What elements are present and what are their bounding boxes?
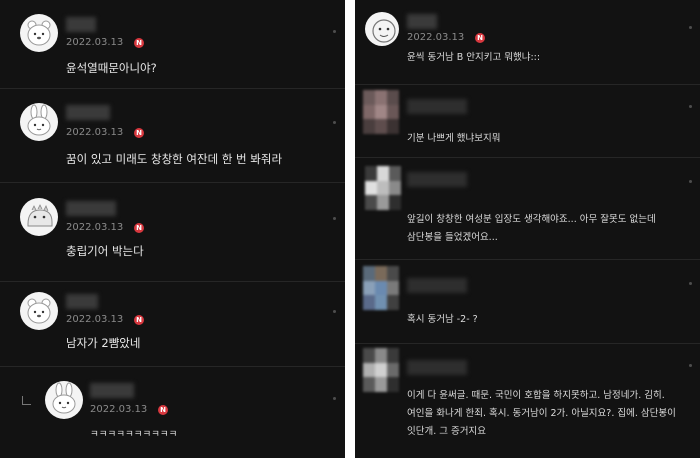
username-blurred[interactable]	[66, 201, 116, 216]
comment-date: 2022.03.13	[66, 222, 124, 233]
more-options-icon[interactable]	[689, 282, 692, 285]
comment-item: 2022.03.13 N 윤씩 동거남 B 안지키고 뭐했냐:::	[355, 0, 700, 84]
comment-date: 2022.03.13	[407, 32, 465, 43]
comment-text: ㅋㅋㅋㅋㅋㅋㅋㅋㅋㅋ	[90, 429, 178, 440]
comment-text-line: 이게 다 윤써글. 때문. 국민이 호합을 하지못하고. 남정네가. 김히.	[407, 390, 665, 401]
bear-avatar-icon[interactable]	[365, 12, 399, 46]
right-comment-panel: 2022.03.13 N 윤씩 동거남 B 안지키고 뭐했냐::: 기분 나쁘게…	[355, 0, 700, 458]
new-badge-icon: N	[158, 405, 168, 415]
comment-item: 기분 나쁘게 했냐보지뭐	[355, 85, 700, 157]
username-blurred[interactable]	[66, 294, 98, 309]
more-options-icon[interactable]	[333, 121, 336, 124]
username-blurred[interactable]	[90, 383, 134, 398]
comment-item: 2022.03.13 N 충립기어 박는다	[0, 183, 345, 281]
new-badge-icon: N	[134, 315, 144, 325]
more-options-icon[interactable]	[333, 30, 336, 33]
dino-avatar-icon[interactable]	[20, 198, 58, 236]
blurred-avatar[interactable]	[363, 90, 399, 134]
more-options-icon[interactable]	[333, 310, 336, 313]
blurred-avatar[interactable]	[363, 266, 399, 310]
reply-arrow-icon	[22, 396, 31, 405]
comment-item: 이게 다 윤써글. 때문. 국민이 호합을 하지못하고. 남정네가. 김히. 여…	[355, 344, 700, 458]
comment-text: 기분 나쁘게 했냐보지뭐	[407, 133, 501, 144]
username-blurred[interactable]	[407, 99, 467, 114]
username-blurred[interactable]	[407, 172, 467, 187]
comment-text: 꿈이 있고 미래도 창창한 여잔데 한 번 봐줘라	[66, 152, 283, 166]
comment-text: 혹시 동거남 -2- ?	[407, 314, 478, 325]
bear-avatar-icon[interactable]	[20, 14, 58, 52]
reply-comment-item: 2022.03.13 N ㅋㅋㅋㅋㅋㅋㅋㅋㅋㅋ	[0, 367, 345, 458]
username-blurred[interactable]	[407, 278, 467, 293]
comment-text: 윤씩 동거남 B 안지키고 뭐했냐:::	[407, 52, 541, 63]
comment-item: 혹시 동거남 -2- ?	[355, 260, 700, 343]
username-blurred[interactable]	[66, 105, 110, 120]
comment-item: 2022.03.13 N 윤석열때문아니야?	[0, 0, 345, 88]
more-options-icon[interactable]	[689, 26, 692, 29]
comment-date: 2022.03.13	[66, 37, 124, 48]
bunny-avatar-icon[interactable]	[20, 103, 58, 141]
blurred-avatar[interactable]	[363, 348, 399, 392]
comment-date: 2022.03.13	[66, 127, 124, 138]
new-badge-icon: N	[134, 223, 144, 233]
bear-avatar-icon[interactable]	[20, 292, 58, 330]
more-options-icon[interactable]	[333, 217, 336, 220]
blurred-avatar[interactable]	[365, 166, 401, 210]
new-badge-icon: N	[134, 38, 144, 48]
comment-date: 2022.03.13	[66, 314, 124, 325]
comment-text-line: 앞길이 창창한 여성분 입장도 생각해야죠... 아무 잘못도 없는데	[407, 214, 656, 225]
new-badge-icon: N	[134, 128, 144, 138]
comment-text-line: 여인을 화나게 한죄. 혹시. 동거남이 2가. 아닐지요?. 집에. 삼단봉이	[407, 408, 676, 419]
comment-item: 2022.03.13 N 남자가 2뺨았네	[0, 282, 345, 366]
comment-text: 충립기어 박는다	[66, 244, 144, 258]
comment-item: 앞길이 창창한 여성분 입장도 생각해야죠... 아무 잘못도 없는데 삼단봉을…	[355, 158, 700, 259]
comment-item: 2022.03.13 N 꿈이 있고 미래도 창창한 여잔데 한 번 봐줘라	[0, 89, 345, 182]
comment-text: 남자가 2뺨았네	[66, 336, 141, 350]
more-options-icon[interactable]	[689, 364, 692, 367]
comment-text-line: 삼단봉을 들었겠어요...	[407, 232, 498, 243]
new-badge-icon: N	[475, 33, 485, 43]
comment-date: 2022.03.13	[90, 404, 148, 415]
more-options-icon[interactable]	[333, 397, 336, 400]
more-options-icon[interactable]	[689, 180, 692, 183]
more-options-icon[interactable]	[689, 105, 692, 108]
username-blurred[interactable]	[407, 14, 437, 29]
left-comment-panel: 2022.03.13 N 윤석열때문아니야? 2022.03.13 N 꿈이 있…	[0, 0, 345, 458]
username-blurred[interactable]	[407, 360, 467, 375]
bunny-avatar-icon[interactable]	[45, 381, 83, 419]
comment-text: 윤석열때문아니야?	[66, 61, 157, 75]
username-blurred[interactable]	[66, 17, 96, 32]
comment-text-line: 잇단개. 그 증거지요	[407, 426, 486, 437]
